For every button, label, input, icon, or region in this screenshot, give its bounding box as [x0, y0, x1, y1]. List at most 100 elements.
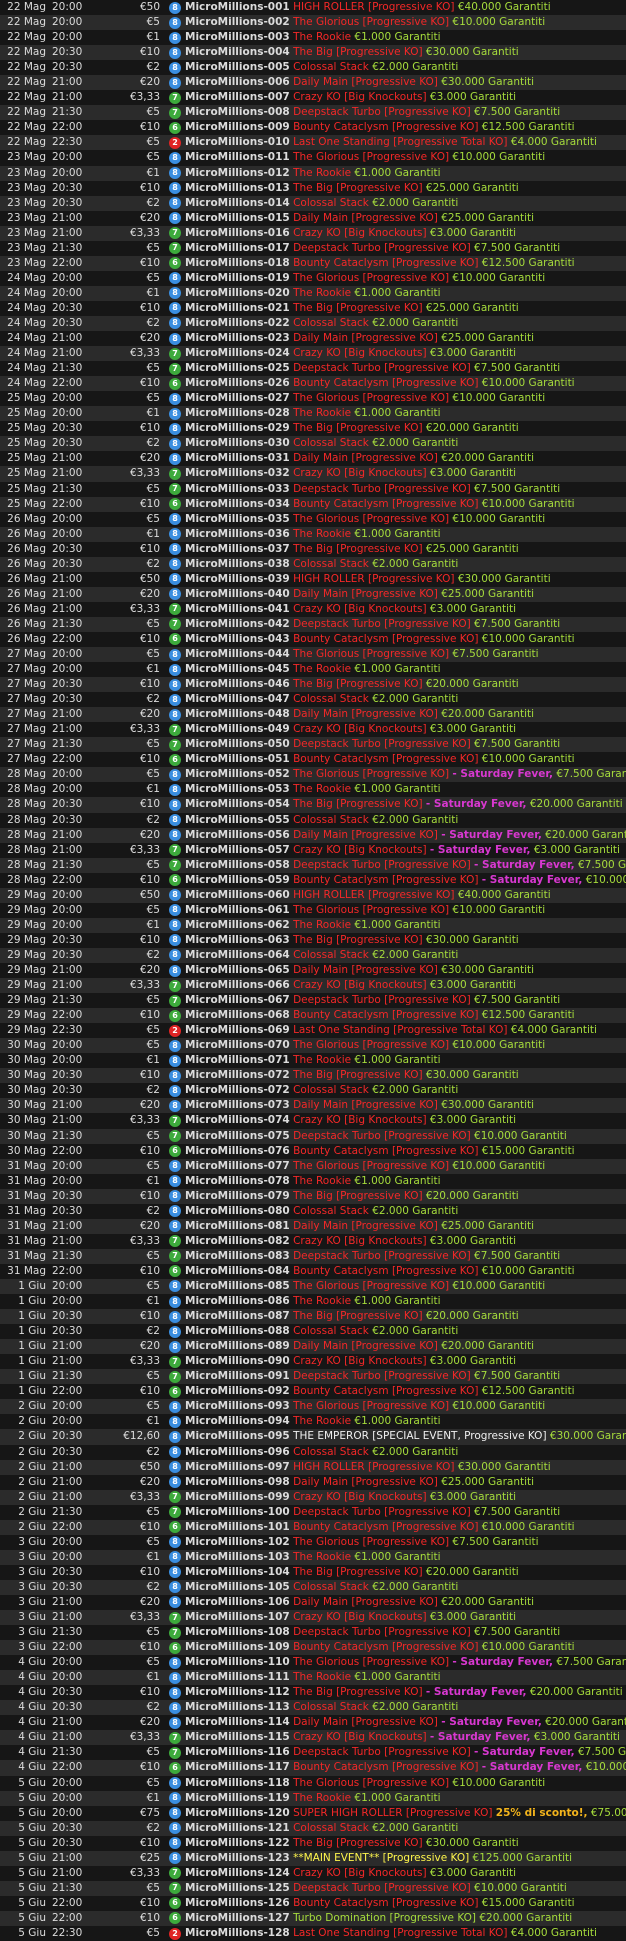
- tournament-name[interactable]: Colossal Stack: [293, 1701, 369, 1713]
- tournament-code[interactable]: MicroMillions-022: [185, 317, 290, 329]
- tournament-name[interactable]: The Rookie: [293, 1671, 351, 1683]
- tournament-name[interactable]: The Glorious [Progressive KO]: [293, 768, 449, 780]
- tournament-name[interactable]: Colossal Stack: [293, 949, 369, 961]
- table-row[interactable]: 5 Giu 20:30 €2 8 MicroMillions-121 Colossal …: [0, 1820, 626, 1836]
- tournament-code[interactable]: MicroMillions-092: [185, 1385, 290, 1397]
- tournament-name[interactable]: Crazy KO [Big Knockouts]: [293, 1731, 427, 1743]
- table-row[interactable]: 2 Giu 21:30 €5 7 MicroMillions-100 Deepstack…: [0, 1505, 626, 1520]
- tournament-name[interactable]: Bounty Cataclysm [Progressive KO]: [293, 874, 478, 886]
- table-row[interactable]: 24 Mag 20:30 €2 8 MicroMillions-022 Colossal…: [0, 315, 626, 332]
- table-row[interactable]: 4 Giu 21:00 €3,33 7 MicroMillions-115 Crazy …: [0, 1730, 626, 1746]
- tournament-name[interactable]: The Glorious [Progressive KO]: [293, 272, 449, 284]
- tournament-name[interactable]: Deepstack Turbo [Progressive KO]: [293, 738, 471, 750]
- tournament-name[interactable]: The Glorious [Progressive KO]: [293, 392, 449, 404]
- table-row[interactable]: 28 Mag 21:00 €20 8 MicroMillions-056 Daily M…: [0, 827, 626, 843]
- table-row[interactable]: 31 Mag 21:30 €5 7 MicroMillions-083 Deepstac…: [0, 1248, 626, 1264]
- tournament-name[interactable]: Daily Main [Progressive KO]: [293, 588, 438, 600]
- table-row[interactable]: 27 Mag 21:30 €5 7 MicroMillions-050 Deepstac…: [0, 737, 626, 753]
- table-row[interactable]: 30 Mag 20:00 €1 8 MicroMillions-071 The Rook…: [0, 1053, 626, 1068]
- table-row[interactable]: 22 Mag 20:00 €50 8 MicroMillions-001 HIGH RO…: [0, 0, 626, 15]
- table-row[interactable]: 1 Giu 20:00 €1 8 MicroMillions-086 The Rooki…: [0, 1294, 626, 1309]
- table-row[interactable]: 4 Giu 21:30 €5 7 MicroMillions-116 Deepstack…: [0, 1745, 626, 1760]
- tournament-code[interactable]: MicroMillions-066: [185, 979, 290, 991]
- tournament-code[interactable]: MicroMillions-071: [185, 1054, 290, 1066]
- tournament-name[interactable]: The Big [Progressive KO]: [293, 798, 423, 810]
- tournament-name[interactable]: The Glorious [Progressive KO]: [293, 1400, 449, 1412]
- table-row[interactable]: 1 Giu 20:00 €5 8 MicroMillions-085 The Glori…: [0, 1278, 626, 1295]
- tournament-name[interactable]: Colossal Stack: [293, 558, 369, 570]
- table-row[interactable]: 2 Giu 20:30 €2 8 MicroMillions-096 Colossal …: [0, 1445, 626, 1460]
- table-row[interactable]: 29 Mag 20:00 €50 8 MicroMillions-060 HIGH RO…: [0, 887, 626, 903]
- tournament-name[interactable]: Colossal Stack: [293, 1446, 369, 1458]
- tournament-name[interactable]: Bounty Cataclysm [Progressive KO]: [293, 1009, 478, 1021]
- tournament-code[interactable]: MicroMillions-037: [185, 543, 290, 555]
- table-row[interactable]: 31 Mag 20:00 €1 8 MicroMillions-078 The Rook…: [0, 1174, 626, 1189]
- table-row[interactable]: 26 Mag 21:30 €5 7 MicroMillions-042 Deepstac…: [0, 616, 626, 632]
- table-row[interactable]: 22 Mag 22:30 €5 2 MicroMillions-010 Last One…: [0, 135, 626, 151]
- tournament-code[interactable]: MicroMillions-112: [185, 1686, 290, 1698]
- table-row[interactable]: 26 Mag 20:00 €5 8 MicroMillions-035 The Glor…: [0, 512, 626, 527]
- table-row[interactable]: 5 Giu 22:00 €10 6 MicroMillions-127 Turbo Do…: [0, 1910, 626, 1926]
- tournament-code[interactable]: MicroMillions-105: [185, 1581, 290, 1593]
- tournament-name[interactable]: Colossal Stack: [293, 437, 369, 449]
- tournament-code[interactable]: MicroMillions-051: [185, 753, 290, 765]
- table-row[interactable]: 4 Giu 20:00 €1 8 MicroMillions-111 The Rooki…: [0, 1670, 626, 1686]
- table-row[interactable]: 1 Giu 20:30 €2 8 MicroMillions-088 Colossal …: [0, 1324, 626, 1339]
- tournament-code[interactable]: MicroMillions-114: [185, 1716, 290, 1728]
- tournament-name[interactable]: Daily Main [Progressive KO]: [293, 76, 438, 88]
- table-row[interactable]: 30 Mag 21:00 €3,33 7 MicroMillions-074 Crazy…: [0, 1113, 626, 1128]
- tournament-code[interactable]: MicroMillions-062: [185, 919, 290, 931]
- tournament-name[interactable]: Daily Main [Progressive KO]: [293, 1220, 438, 1232]
- tournament-name[interactable]: Crazy KO [Big Knockouts]: [293, 347, 427, 359]
- tournament-name[interactable]: HIGH ROLLER [Progressive KO]: [293, 1, 454, 13]
- tournament-code[interactable]: MicroMillions-121: [185, 1822, 290, 1834]
- tournament-name[interactable]: Colossal Stack: [293, 1325, 369, 1337]
- tournament-name[interactable]: Bounty Cataclysm [Progressive KO]: [293, 1265, 478, 1277]
- table-row[interactable]: 27 Mag 21:00 €20 8 MicroMillions-048 Daily M…: [0, 707, 626, 723]
- tournament-name[interactable]: The Big [Progressive KO]: [293, 1686, 423, 1698]
- tournament-name[interactable]: The Rookie: [293, 528, 351, 540]
- tournament-code[interactable]: MicroMillions-091: [185, 1370, 290, 1382]
- tournament-name[interactable]: The Big [Progressive KO]: [293, 182, 423, 194]
- table-row[interactable]: 29 Mag 20:30 €2 8 MicroMillions-064 Colossal…: [0, 947, 626, 963]
- tournament-name[interactable]: The Rookie: [293, 1054, 351, 1066]
- table-row[interactable]: 24 Mag 20:30 €10 8 MicroMillions-021 The Big…: [0, 301, 626, 316]
- tournament-name[interactable]: Bounty Cataclysm [Progressive KO]: [293, 257, 478, 269]
- tournament-name[interactable]: Colossal Stack: [293, 1581, 369, 1593]
- tournament-name[interactable]: Daily Main [Progressive KO]: [293, 708, 438, 720]
- tournament-code[interactable]: MicroMillions-113: [185, 1701, 290, 1713]
- table-row[interactable]: 23 Mag 20:00 €5 8 MicroMillions-011 The Glor…: [0, 150, 626, 165]
- tournament-name[interactable]: Crazy KO [Big Knockouts]: [293, 91, 427, 103]
- tournament-code[interactable]: MicroMillions-047: [185, 693, 290, 705]
- tournament-name[interactable]: Daily Main [Progressive KO]: [293, 452, 438, 464]
- tournament-name[interactable]: Crazy KO [Big Knockouts]: [293, 1235, 427, 1247]
- table-row[interactable]: 29 Mag 21:30 €5 7 MicroMillions-067 Deepstac…: [0, 993, 626, 1008]
- table-row[interactable]: 28 Mag 20:30 €2 8 MicroMillions-055 Colossal…: [0, 813, 626, 828]
- tournament-code[interactable]: MicroMillions-080: [185, 1205, 290, 1217]
- tournament-code[interactable]: MicroMillions-064: [185, 949, 290, 961]
- table-row[interactable]: 25 Mag 21:30 €5 7 MicroMillions-033 Deepstac…: [0, 482, 626, 497]
- tournament-code[interactable]: MicroMillions-032: [185, 467, 290, 479]
- tournament-name[interactable]: Deepstack Turbo [Progressive KO]: [293, 1746, 471, 1758]
- table-row[interactable]: 30 Mag 21:00 €20 8 MicroMillions-073 Daily M…: [0, 1098, 626, 1114]
- tournament-code[interactable]: MicroMillions-128: [185, 1927, 290, 1939]
- table-row[interactable]: 3 Giu 20:00 €1 8 MicroMillions-103 The Rooki…: [0, 1549, 626, 1565]
- table-row[interactable]: 2 Giu 20:30 €12,60 8 MicroMillions-095 THE E…: [0, 1429, 626, 1445]
- tournament-name[interactable]: Crazy KO [Big Knockouts]: [293, 467, 427, 479]
- table-row[interactable]: 24 Mag 22:00 €10 6 MicroMillions-026 Bounty …: [0, 376, 626, 392]
- tournament-name[interactable]: The Rookie: [293, 287, 351, 299]
- tournament-name[interactable]: Deepstack Turbo [Progressive KO]: [293, 106, 471, 118]
- tournament-code[interactable]: MicroMillions-016: [185, 227, 290, 239]
- tournament-code[interactable]: MicroMillions-061: [185, 904, 290, 916]
- tournament-name[interactable]: The Big [Progressive KO]: [293, 678, 423, 690]
- tournament-name[interactable]: Deepstack Turbo [Progressive KO]: [293, 1370, 471, 1382]
- tournament-name[interactable]: Bounty Cataclysm [Progressive KO]: [293, 377, 478, 389]
- tournament-name[interactable]: The Big [Progressive KO]: [293, 934, 423, 946]
- tournament-code[interactable]: MicroMillions-079: [185, 1190, 290, 1202]
- tournament-name[interactable]: The Rookie: [293, 31, 351, 43]
- table-row[interactable]: 25 Mag 20:00 €1 8 MicroMillions-028 The Rook…: [0, 406, 626, 422]
- table-row[interactable]: 4 Giu 20:00 €5 8 MicroMillions-110 The Glori…: [0, 1655, 626, 1670]
- table-row[interactable]: 23 Mag 20:30 €2 8 MicroMillions-014 Colossal…: [0, 195, 626, 211]
- tournament-name[interactable]: The Big [Progressive KO]: [293, 46, 423, 58]
- tournament-name[interactable]: Deepstack Turbo [Progressive KO]: [293, 362, 471, 374]
